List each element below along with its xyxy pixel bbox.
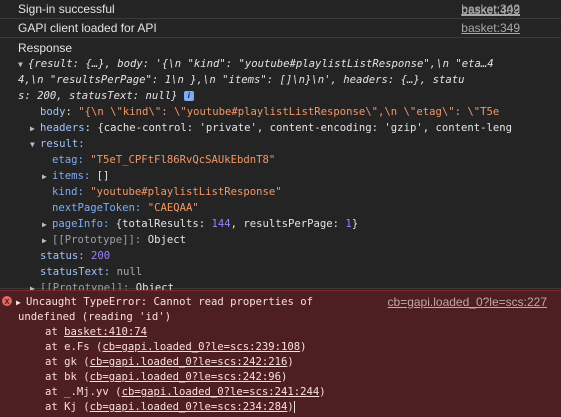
response-source-link[interactable]: basket:409 [461, 3, 520, 17]
prop-key: status: [40, 250, 85, 262]
prop-value: "youtube#playlistListResponse" [90, 186, 282, 198]
prop-prototype-result[interactable]: ▶ [[Prototype]]: Object [18, 232, 561, 248]
prop-items[interactable]: ▶ items: [] [18, 168, 561, 184]
prop-status: status: 200 [18, 248, 561, 264]
prop-key: headers [40, 122, 85, 134]
stack-frame: at Kj (cb=gapi.loaded_0?le=scs:234:284) [45, 401, 295, 413]
stack-frame-link[interactable]: cb=gapi.loaded_0?le=scs:242:216 [90, 356, 288, 368]
prop-result[interactable]: ▼ result: [18, 136, 561, 152]
prop-page-info[interactable]: ▶ pageInfo: {totalResults: 144, resultsPe… [18, 216, 561, 232]
stack-frame: at basket:410:74 [45, 326, 148, 338]
total-results-value: 144 [211, 218, 231, 230]
prop-kind: kind: "youtube#playlistListResponse" [18, 184, 561, 200]
stack-frame-link[interactable]: cb=gapi.loaded_0?le=scs:234:284 [90, 401, 288, 413]
prop-value: "CAEQAA" [147, 202, 199, 214]
stack-frame: at gk (cb=gapi.loaded_0?le=scs:242:216) [45, 356, 294, 368]
prop-key: etag: [52, 154, 84, 166]
log-message: GAPI client loaded for API [18, 21, 157, 35]
console-log-response: Response basket:409 ▼ {result: {…}, body:… [0, 3, 561, 294]
console-log-gapi: GAPI client loaded for API basket:349 [0, 19, 561, 38]
prop-key: result: [40, 138, 85, 150]
expand-triangle-icon[interactable]: ▶ [16, 295, 26, 310]
console-error: x cb=gapi.loaded_0?le=scs:227 ▶ Uncaught … [0, 290, 561, 417]
prop-value: "{\n \"kind\": \"youtube#playlistListRes… [78, 106, 500, 118]
collapse-triangle-icon[interactable]: ▼ [18, 57, 28, 72]
response-label: Response [18, 41, 73, 55]
stack-frame-function: gk [64, 356, 77, 368]
prop-key: nextPageToken: [52, 202, 142, 214]
prop-value: 200 [91, 250, 111, 262]
log-message: Sign-in successful [18, 2, 115, 16]
text-cursor [293, 401, 295, 413]
prop-key: items: [52, 170, 91, 182]
prop-etag: etag: "T5eT_CPFtFl86RvQcSAUkEbdnT8" [18, 152, 561, 168]
stack-frame-function: e.Fs [64, 341, 90, 353]
prop-value-prefix: {totalResults: [115, 218, 212, 230]
summary-line-3: s: 200, statusText: null} [18, 90, 178, 102]
prop-status-text: statusText: null [18, 264, 561, 280]
error-message: Uncaught TypeError: Cannot read properti… [26, 296, 314, 308]
prop-key: statusText: [40, 266, 111, 278]
prop-key: [[Prototype]]: [52, 234, 142, 246]
expand-triangle-icon[interactable]: ▶ [30, 121, 40, 136]
prop-value-mid: , resultsPerPage: [230, 218, 346, 230]
response-summary[interactable]: ▼ {result: {…}, body: '{\n "kind": "youtu… [18, 56, 561, 104]
log-source-link[interactable]: basket:349 [461, 19, 520, 38]
stack-frame-link[interactable]: cb=gapi.loaded_0?le=scs:239:108 [102, 341, 300, 353]
summary-line-2: 4,\n "resultsPerPage": 1\n },\n "items":… [18, 74, 465, 86]
prop-key: kind: [52, 186, 84, 198]
prop-value: [] [96, 170, 110, 182]
error-message-line-2: undefined (reading 'id') [0, 310, 561, 325]
prop-headers[interactable]: ▶ headers: {cache-control: 'private', con… [18, 120, 561, 136]
stack-frame: at e.Fs (cb=gapi.loaded_0?le=scs:239:108… [45, 341, 307, 353]
expand-triangle-icon[interactable]: ▶ [42, 217, 52, 232]
stack-frame-function: _.Mj.yv [64, 386, 109, 398]
collapse-triangle-icon[interactable]: ▼ [30, 137, 40, 152]
prop-key: body [40, 106, 66, 118]
stack-frame-link[interactable]: basket:410:74 [64, 326, 147, 338]
expand-triangle-icon[interactable]: ▶ [42, 169, 52, 184]
stack-frame-link[interactable]: cb=gapi.loaded_0?le=scs:242:96 [90, 371, 281, 383]
stack-frame: at _.Mj.yv (cb=gapi.loaded_0?le=scs:241:… [45, 386, 326, 398]
stack-frame: at bk (cb=gapi.loaded_0?le=scs:242:96) [45, 371, 288, 383]
summary-line-1: {result: {…}, body: '{\n "kind": "youtub… [28, 58, 494, 70]
prop-next-page-token: nextPageToken: "CAEQAA" [18, 200, 561, 216]
error-message-line-1[interactable]: ▶ Uncaught TypeError: Cannot read propert… [0, 295, 561, 310]
prop-value: "T5eT_CPFtFl86RvQcSAUkEbdnT8" [90, 154, 276, 166]
expand-triangle-icon[interactable]: ▶ [42, 233, 52, 248]
prop-value: null [116, 266, 143, 278]
prop-value-suffix: } [351, 218, 359, 230]
stack-frame-function: Kj [64, 401, 77, 413]
stack-frame-function: bk [64, 371, 77, 383]
prop-value: Object [147, 234, 186, 246]
prop-body[interactable]: body: "{\n \"kind\": \"youtube#playlistL… [18, 104, 561, 120]
info-icon[interactable]: i [183, 91, 194, 101]
error-message: undefined (reading 'id') [18, 311, 172, 323]
stack-frame-link[interactable]: cb=gapi.loaded_0?le=scs:241:244 [122, 386, 320, 398]
prop-value: {cache-control: 'private', content-encod… [97, 122, 512, 134]
prop-key: pageInfo: [52, 218, 110, 230]
